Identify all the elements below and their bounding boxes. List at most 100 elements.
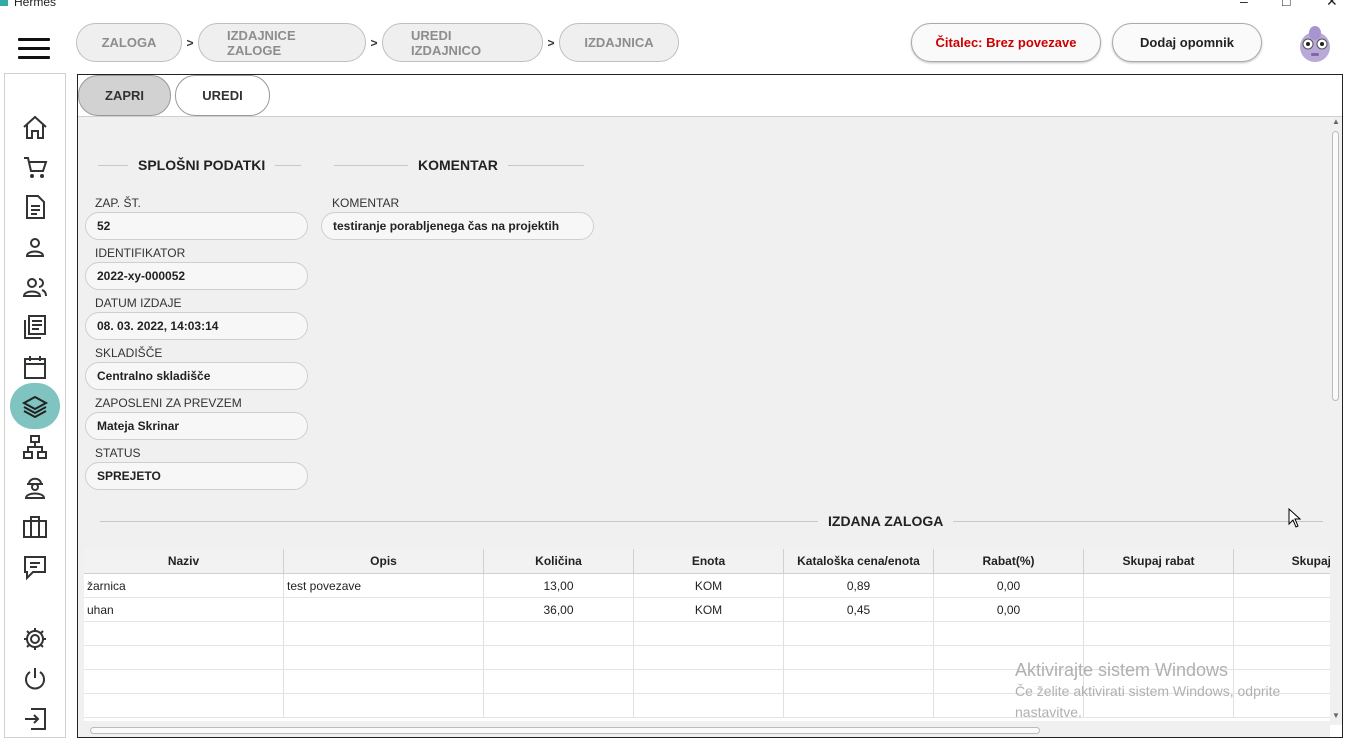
sidebar-item-layers[interactable]: [5, 383, 65, 429]
reader-status-button[interactable]: Čitalec: Brez povezave: [911, 23, 1101, 62]
scroll-up-icon[interactable]: ▲: [1330, 117, 1342, 129]
issued-section-title: IZDANA ZALOGA: [828, 513, 944, 529]
column-header-total-discount[interactable]: Skupaj rabat: [1084, 549, 1234, 573]
divider: [507, 164, 584, 166]
field-label-warehouse: SKLADIŠČE: [95, 346, 163, 360]
cell-unit: KOM: [634, 598, 784, 621]
chat-icon: [24, 556, 46, 581]
home-icon: [23, 115, 47, 139]
cell-name: uhan: [84, 598, 284, 621]
sidebar: [4, 73, 66, 738]
table-row[interactable]: uhan 36,00 KOM 0,45 0,00: [84, 598, 1330, 622]
gear-icon: [24, 628, 46, 650]
sidebar-item-network[interactable]: [5, 428, 65, 466]
cell-empty: [484, 646, 634, 669]
divider: [100, 520, 818, 522]
sidebar-item-logout[interactable]: [5, 700, 65, 738]
cell-catalog-price: 0,45: [784, 598, 934, 621]
column-header-discount-percent[interactable]: Rabat(%): [934, 549, 1084, 573]
table-row[interactable]: žarnica test povezave 13,00 KOM 0,89 0,0…: [84, 574, 1330, 598]
column-header-catalog-price[interactable]: Kataloška cena/enota: [784, 549, 934, 573]
cell-total: [1234, 598, 1330, 621]
sidebar-item-settings[interactable]: [5, 620, 65, 658]
scrollbar-thumb[interactable]: [1332, 131, 1339, 401]
cell-empty: [284, 622, 484, 645]
user-icon: [25, 238, 45, 257]
cell-empty: [784, 622, 934, 645]
users-icon: [22, 278, 47, 297]
document-icon: [26, 195, 45, 219]
cell-empty: [84, 694, 284, 717]
field-label-comment: KOMENTAR: [332, 196, 400, 210]
breadcrumb-item-izdajnica[interactable]: IZDAJNICA: [559, 23, 679, 62]
breadcrumb-item-izdajnice-zaloge[interactable]: IZDAJNICE ZALOGE: [198, 23, 366, 62]
column-header-unit[interactable]: Enota: [634, 549, 784, 573]
scroll-down-icon[interactable]: ▼: [1330, 711, 1342, 723]
warehouse-field: Centralno skladišče: [85, 362, 308, 390]
cell-discount-percent: 0,00: [934, 574, 1084, 597]
power-icon: [25, 668, 45, 690]
mouse-cursor-icon: [1288, 508, 1302, 528]
cell-description: test povezave: [284, 574, 484, 597]
horizontal-scrollbar[interactable]: [78, 725, 1330, 737]
breadcrumb-item-zaloga[interactable]: ZALOGA: [76, 23, 182, 62]
cell-quantity: 36,00: [484, 598, 634, 621]
column-header-total[interactable]: Skupaj: [1234, 549, 1330, 573]
breadcrumb-separator: >: [186, 35, 194, 50]
edit-button[interactable]: UREDI: [175, 75, 270, 116]
close-button[interactable]: ZAPRI: [78, 75, 171, 116]
breadcrumb-item-uredi-izdajnico[interactable]: UREDI IZDAJNICO: [382, 23, 543, 62]
status-field: SPREJETO: [85, 462, 308, 490]
minimize-button[interactable]: –: [1240, 0, 1248, 9]
column-header-quantity[interactable]: Količina: [484, 549, 634, 573]
close-window-button[interactable]: ✕: [1326, 0, 1338, 10]
calendar-icon: [24, 356, 46, 379]
sidebar-item-users[interactable]: [5, 268, 65, 306]
cell-description: [284, 598, 484, 621]
divider: [98, 164, 128, 166]
sidebar-item-articles[interactable]: [5, 308, 65, 346]
sidebar-item-cart[interactable]: [5, 148, 65, 186]
field-label-employee: ZAPOSLENI ZA PREVZEM: [95, 396, 242, 410]
cell-empty: [284, 646, 484, 669]
field-label-status: STATUS: [95, 446, 141, 460]
detail-content: SPLOŠNI PODATKI KOMENTAR ZAP. ŠT. 52 IDE…: [78, 117, 1330, 737]
vertical-scrollbar[interactable]: ▲ ▼: [1330, 117, 1342, 725]
worker-icon: [24, 477, 46, 499]
hamburger-menu-icon[interactable]: [18, 38, 50, 60]
add-reminder-button[interactable]: Dodaj opomnik: [1112, 23, 1262, 62]
sidebar-item-calendar[interactable]: [5, 348, 65, 386]
sidebar-item-briefcase[interactable]: [5, 508, 65, 546]
identifier-field: 2022-xy-000052: [85, 262, 308, 290]
scrollbar-thumb[interactable]: [90, 727, 1040, 734]
cart-icon: [24, 157, 48, 178]
breadcrumb: ZALOGA > IZDAJNICE ZALOGE > UREDI IZDAJN…: [76, 23, 679, 62]
column-header-description[interactable]: Opis: [284, 549, 484, 573]
sidebar-item-chat[interactable]: [5, 548, 65, 586]
divider: [953, 520, 1324, 522]
cell-catalog-price: 0,89: [784, 574, 934, 597]
cell-empty: [784, 670, 934, 693]
cell-total: [1234, 574, 1330, 597]
cell-unit: KOM: [634, 574, 784, 597]
cell-empty: [484, 694, 634, 717]
cell-empty: [84, 622, 284, 645]
field-label-serial: ZAP. ŠT.: [95, 196, 141, 210]
column-header-name[interactable]: Naziv: [84, 549, 284, 573]
sidebar-item-power[interactable]: [5, 660, 65, 698]
cell-empty: [284, 670, 484, 693]
sidebar-item-worker[interactable]: [5, 468, 65, 506]
serial-number-field: 52: [85, 212, 308, 240]
sidebar-item-documents[interactable]: [5, 188, 65, 226]
cell-total-discount: [1084, 574, 1234, 597]
comment-section-title: KOMENTAR: [418, 157, 498, 173]
sidebar-item-user[interactable]: [5, 228, 65, 266]
field-label-identifier: IDENTIFIKATOR: [95, 246, 186, 260]
cell-empty: [634, 694, 784, 717]
window-title: Hermes: [14, 0, 57, 9]
mascot-avatar[interactable]: [1296, 23, 1334, 63]
sidebar-item-home[interactable]: [5, 108, 65, 146]
maximize-button[interactable]: □: [1282, 0, 1290, 9]
general-section-header: SPLOŠNI PODATKI: [98, 157, 302, 173]
table-row[interactable]: [84, 622, 1330, 646]
